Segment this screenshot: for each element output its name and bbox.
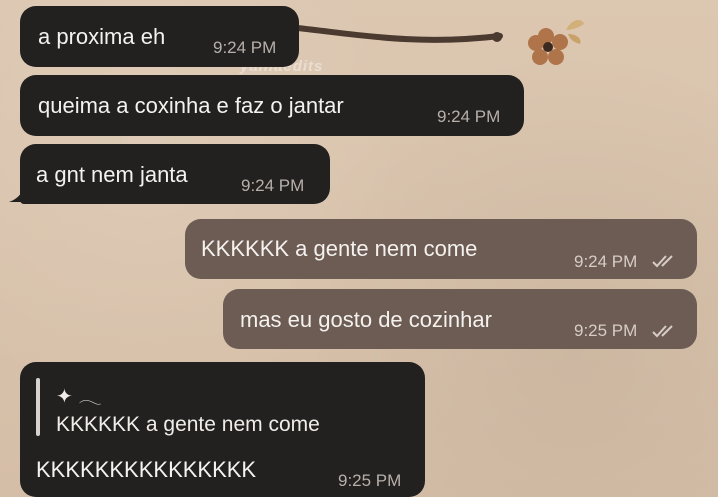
message-time: 9:25 PM (338, 471, 402, 490)
message-bubble-outgoing[interactable]: mas eu gosto de cozinhar 9:25 PM (223, 289, 697, 349)
reply-quote-text: KKKKKK a gente nem come (56, 413, 320, 436)
double-check-read-icon (652, 325, 673, 338)
message-text: KKKKKK a gente nem come (201, 236, 478, 261)
message-time: 9:24 PM (241, 176, 305, 195)
message-bubble-incoming[interactable]: a gnt nem janta 9:24 PM (20, 144, 330, 204)
message-text: a proxima eh (38, 24, 166, 49)
message-bubble-incoming[interactable]: queima a coxinha e faz o jantar 9:24 PM (20, 75, 524, 136)
message-time: 9:24 PM (213, 38, 277, 57)
reply-quote-bar (36, 378, 40, 436)
message-time: 9:25 PM (574, 321, 638, 340)
message-text: a gnt nem janta (36, 162, 188, 187)
double-check-read-icon (652, 255, 673, 268)
flower-decoration-icon (528, 20, 584, 65)
message-bubble-incoming[interactable]: a proxima eh 9:24 PM (20, 6, 299, 67)
brush-stroke-decoration (295, 25, 503, 43)
message-time: 9:24 PM (574, 252, 638, 271)
message-text: queima a coxinha e faz o jantar (38, 93, 344, 118)
message-text: KKKKKKKKKKKKKKK (36, 457, 257, 482)
message-time: 9:24 PM (437, 107, 501, 126)
message-bubble-incoming-reply[interactable]: ✦ 𓂃 KKKKKK a gente nem come KKKKKKKKKKKK… (20, 362, 425, 497)
message-bubble-outgoing[interactable]: KKKKKK a gente nem come 9:24 PM (185, 219, 697, 279)
reply-quote-sender: ✦ 𓂃 (56, 386, 102, 408)
message-text: mas eu gosto de cozinhar (240, 307, 492, 332)
